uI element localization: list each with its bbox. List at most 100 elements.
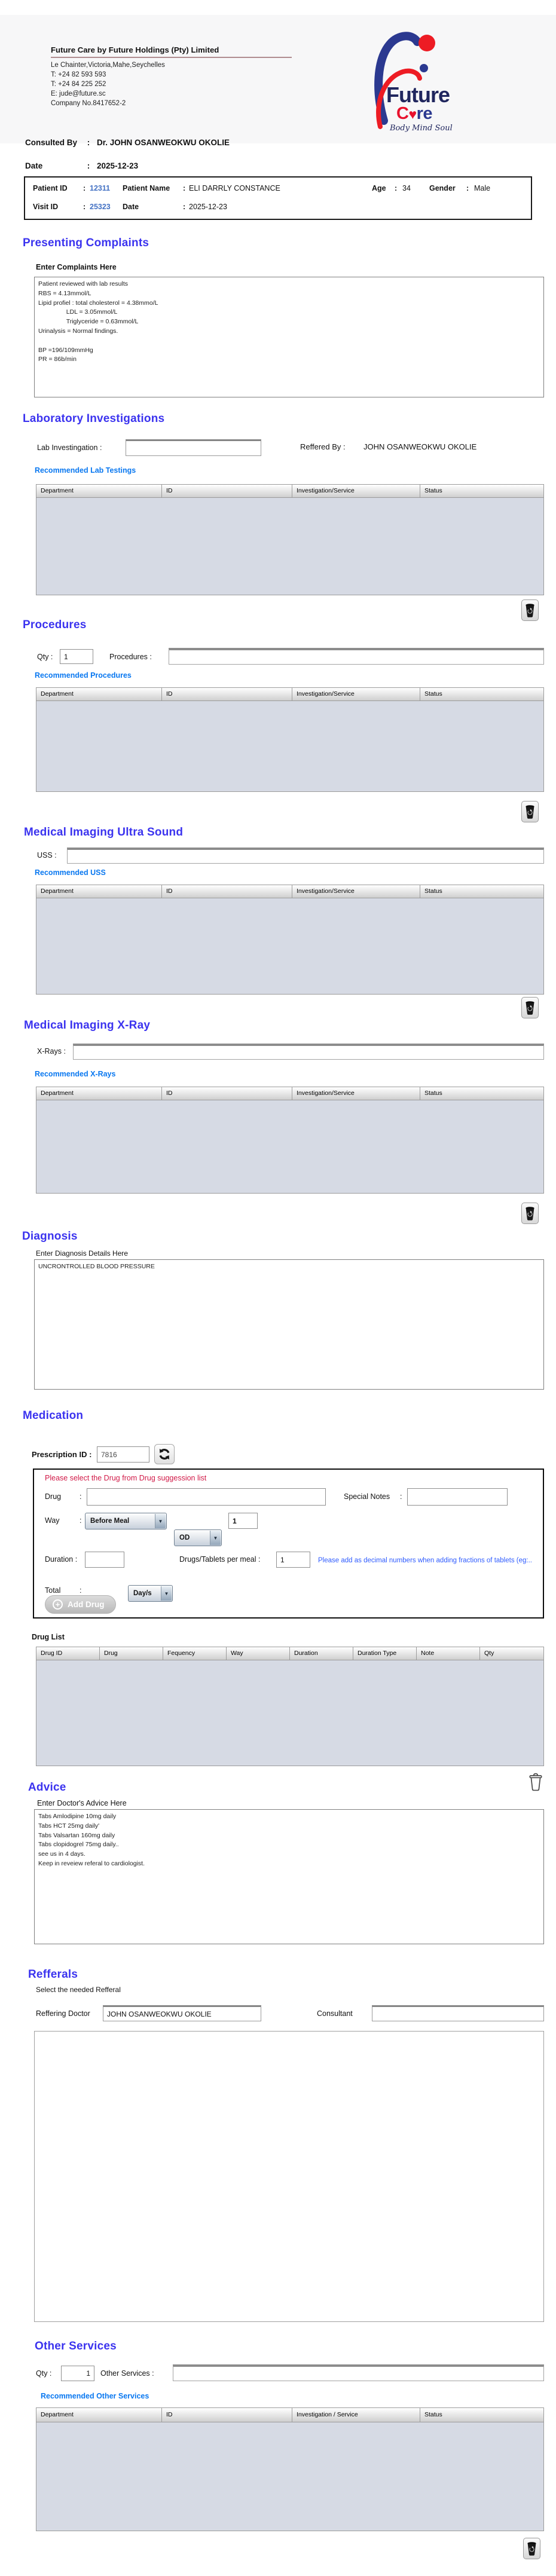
recommended-xray-link[interactable]: Recommended X-Rays	[35, 1070, 115, 1078]
xray-delete-button[interactable]	[521, 1203, 539, 1224]
procedures-delete-button[interactable]	[521, 801, 539, 822]
patient-info-box	[24, 176, 532, 220]
trash-icon	[526, 1001, 534, 1015]
drug-entry-box: Please select the Drug from Drug suggess…	[33, 1468, 544, 1619]
patient-age-value: 34	[402, 184, 411, 192]
diagnosis-title: Diagnosis	[22, 1230, 78, 1243]
procedures-input[interactable]	[169, 648, 544, 665]
drug-col-id[interactable]: Drug ID	[36, 1647, 100, 1660]
referrals-title: Refferals	[28, 1968, 78, 1981]
refresh-icon	[159, 1449, 170, 1460]
xray-col-status[interactable]: Status	[420, 1087, 543, 1100]
lab-col-department[interactable]: Department	[36, 485, 162, 497]
procedures-label: Procedures :	[109, 653, 152, 661]
drug-col-duration-type[interactable]: Duration Type	[353, 1647, 417, 1660]
per-meal-input[interactable]	[276, 1552, 310, 1568]
refresh-prescription-button[interactable]	[154, 1444, 175, 1464]
way-label: Way	[45, 1516, 60, 1525]
special-notes-input[interactable]	[407, 1488, 508, 1506]
frequency-select[interactable]: OD ▼	[174, 1529, 222, 1546]
drug-suggestion-warning: Please select the Drug from Drug suggess…	[45, 1474, 207, 1482]
other-services-delete-button[interactable]	[523, 2538, 540, 2559]
trash-icon	[526, 1206, 534, 1220]
way-qty-input[interactable]	[228, 1513, 258, 1529]
uss-table-body[interactable]	[36, 898, 543, 994]
per-meal-label: Drugs/Tablets per meal :	[179, 1555, 261, 1564]
procedures-table: Department ID Investigation/Service Stat…	[36, 687, 544, 792]
drug-col-way[interactable]: Way	[227, 1647, 290, 1660]
advice-textarea[interactable]: Tabs Amlodipine 10mg daily Tabs HCT 25mg…	[34, 1809, 544, 1944]
add-drug-button[interactable]: + Add Drug	[45, 1595, 116, 1614]
other-services-qty-input[interactable]	[61, 2366, 94, 2381]
other-services-table-body[interactable]	[36, 2422, 543, 2531]
drug-input[interactable]	[87, 1488, 326, 1506]
lab-investigation-input[interactable]	[126, 439, 261, 456]
other-col-investigation[interactable]: Investigation / Service	[292, 2408, 420, 2422]
uss-col-id[interactable]: ID	[162, 885, 292, 898]
uss-input[interactable]	[67, 848, 544, 864]
ultrasound-title: Medical Imaging Ultra Sound	[24, 826, 184, 839]
recommended-lab-testings-link[interactable]: Recommended Lab Testings	[35, 466, 136, 475]
other-col-status[interactable]: Status	[420, 2408, 543, 2422]
prescription-id-label: Prescription ID :	[32, 1450, 92, 1459]
other-services-input[interactable]	[173, 2364, 544, 2381]
advice-title: Advice	[28, 1781, 66, 1794]
uss-col-department[interactable]: Department	[36, 885, 162, 898]
patient-name-value: ELI DARRLY CONSTANCE	[189, 184, 280, 192]
complaints-textarea[interactable]: Patient reviewed with lab results RBS = …	[34, 277, 544, 397]
xray-col-id[interactable]: ID	[162, 1087, 292, 1100]
drug-col-duration[interactable]: Duration	[290, 1647, 353, 1660]
drug-col-qty[interactable]: Qty	[480, 1647, 542, 1660]
company-phone-1: T: +24 82 593 593	[51, 71, 106, 78]
procedures-col-investigation[interactable]: Investigation/Service	[292, 688, 420, 700]
drug-col-drug[interactable]: Drug	[100, 1647, 163, 1660]
way-select[interactable]: Before Meal ▼	[85, 1513, 167, 1529]
lab-table-body[interactable]	[36, 498, 543, 595]
company-phone-2: T: +24 84 225 252	[51, 81, 106, 88]
procedures-qty-input[interactable]	[60, 649, 93, 664]
trash-outline-icon	[529, 1773, 542, 1791]
recommended-procedures-link[interactable]: Recommended Procedures	[35, 671, 132, 680]
patient-id-value: 12311	[90, 184, 111, 192]
visit-id-colon: :	[83, 203, 86, 211]
consultant-input[interactable]	[372, 2005, 544, 2021]
lab-col-status[interactable]: Status	[420, 485, 543, 497]
recommended-other-services-link[interactable]: Recommended Other Services	[41, 2392, 149, 2400]
referrals-list-box[interactable]	[34, 2031, 544, 2322]
procedures-table-body[interactable]	[36, 701, 543, 791]
duration-input[interactable]	[85, 1552, 124, 1568]
total-colon: :	[80, 1586, 82, 1595]
other-col-department[interactable]: Department	[36, 2408, 162, 2422]
add-drug-label: Add Drug	[68, 1600, 105, 1609]
consulted-by-line: Consulted By : Dr. JOHN OSANWEOKWU OKOLI…	[25, 138, 230, 147]
lab-delete-button[interactable]	[521, 599, 539, 621]
drug-label: Drug	[45, 1492, 62, 1501]
uss-delete-button[interactable]	[521, 997, 539, 1018]
xray-col-department[interactable]: Department	[36, 1087, 162, 1100]
diagnosis-textarea[interactable]: UNCRONTROLLED BLOOD PRESSURE	[34, 1259, 544, 1390]
uss-col-investigation[interactable]: Investigation/Service	[292, 885, 420, 898]
drug-list-table: Drug ID Drug Fequency Way Duration Durat…	[36, 1647, 544, 1766]
drug-list-body[interactable]	[36, 1660, 543, 1766]
laboratory-title: Laboratory Investigations	[23, 412, 165, 425]
duration-unit-select[interactable]: Day/s ▼	[128, 1585, 173, 1602]
other-col-id[interactable]: ID	[162, 2408, 292, 2422]
visit-date-colon: :	[183, 203, 186, 211]
xray-table-body[interactable]	[36, 1100, 543, 1193]
procedures-col-id[interactable]: ID	[162, 688, 292, 700]
referring-doctor-input[interactable]	[103, 2005, 261, 2021]
lab-col-id[interactable]: ID	[162, 485, 292, 497]
drug-col-note[interactable]: Note	[417, 1647, 480, 1660]
procedures-col-status[interactable]: Status	[420, 688, 543, 700]
chevron-down-icon: ▼	[161, 1586, 172, 1601]
prescription-id-input[interactable]	[97, 1446, 149, 1463]
lab-col-investigation[interactable]: Investigation/Service	[292, 485, 420, 497]
xray-col-investigation[interactable]: Investigation/Service	[292, 1087, 420, 1100]
recommended-uss-link[interactable]: Recommended USS	[35, 868, 106, 877]
drug-delete-button[interactable]	[527, 1772, 545, 1794]
uss-col-status[interactable]: Status	[420, 885, 543, 898]
procedures-col-department[interactable]: Department	[36, 688, 162, 700]
xray-input[interactable]	[73, 1044, 544, 1060]
consult-date-label: Date	[25, 161, 43, 170]
drug-col-frequency[interactable]: Fequency	[163, 1647, 227, 1660]
